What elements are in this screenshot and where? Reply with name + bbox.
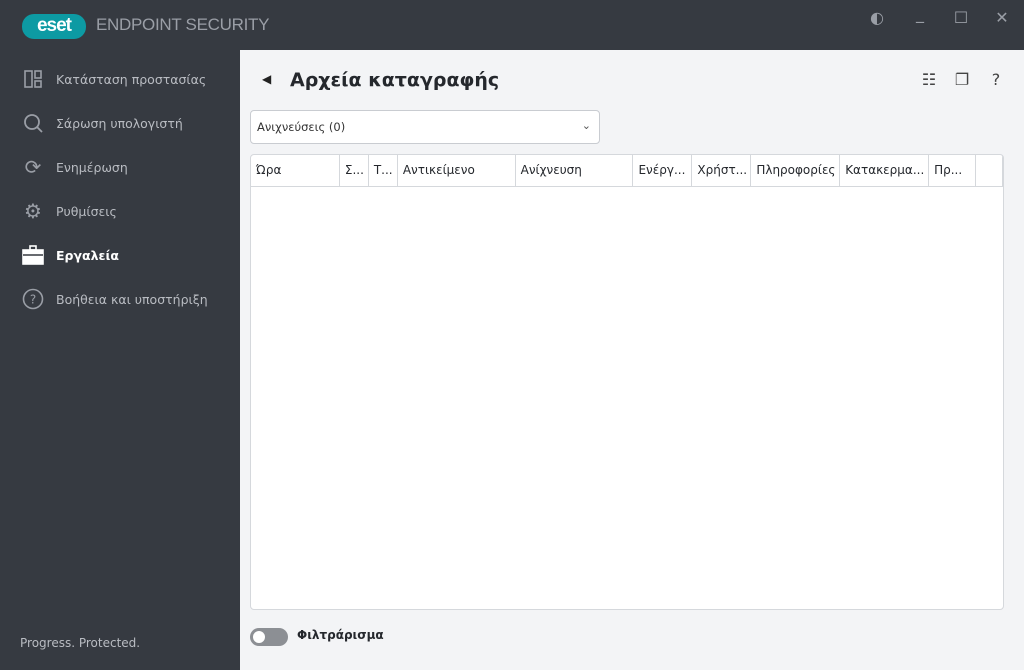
sidebar: Κατάσταση προστασίας Σάρωση υπολογιστή ⟳… [0, 50, 240, 670]
sidebar-item-label: Ρυθμίσεις [56, 203, 117, 219]
column-header[interactable]: Κατακερμα... [840, 155, 930, 186]
select-value: Ανιχνεύσεις (0) [257, 120, 346, 134]
svg-text:?: ? [30, 293, 36, 307]
copy-window-icon[interactable]: ❐ [952, 70, 972, 90]
log-type-select[interactable]: Ανιχνεύσεις (0) ⌄ [250, 110, 600, 144]
sidebar-item-update[interactable]: ⟳ Ενημέρωση [22, 152, 232, 182]
sidebar-item-label: Κατάσταση προστασίας [56, 71, 207, 87]
column-header[interactable]: Πρ... [929, 155, 976, 186]
gear-icon: ⚙ [24, 199, 42, 223]
sidebar-item-label: Βοήθεια και υποστήριξη [56, 291, 208, 307]
column-header[interactable]: Τ... [369, 155, 398, 186]
column-header[interactable]: Πληροφορίες [751, 155, 841, 186]
main-panel: ◀ Αρχεία καταγραφής ☷ ❐ ? Ανιχνεύσεις (0… [240, 50, 1024, 670]
filter-toggle[interactable] [250, 628, 288, 646]
column-header[interactable]: Σ... [340, 155, 369, 186]
back-arrow-icon[interactable]: ◀ [262, 72, 271, 86]
help-circle-icon: ? [22, 288, 44, 310]
column-header[interactable] [976, 155, 1003, 186]
title-bar: eset ENDPOINT SECURITY ◐ _ ☐ ✕ [0, 0, 1024, 50]
help-icon[interactable]: ? [986, 70, 1006, 90]
filter-label: Φιλτράρισμα [297, 628, 384, 642]
column-header[interactable]: Ενέργ... [633, 155, 693, 186]
column-header[interactable]: Ανίχνευση [516, 155, 634, 186]
column-header[interactable]: Ώρα [251, 155, 340, 186]
log-table: Ώρα Σ... Τ... Αντικείμενο Ανίχνευση Ενέρ… [250, 154, 1004, 610]
sidebar-item-protection-status[interactable]: Κατάσταση προστασίας [22, 64, 232, 94]
column-header[interactable]: Αντικείμενο [398, 155, 516, 186]
table-header: Ώρα Σ... Τ... Αντικείμενο Ανίχνευση Ενέρ… [251, 155, 1003, 187]
theme-toggle-icon[interactable]: ◐ [867, 8, 887, 28]
chevron-down-icon: ⌄ [581, 119, 591, 132]
page-title: Αρχεία καταγραφής [290, 69, 500, 91]
search-icon [22, 112, 44, 134]
minimize-icon[interactable]: _ [910, 4, 930, 24]
maximize-icon[interactable]: ☐ [951, 8, 971, 28]
toolbox-icon [22, 244, 44, 266]
sidebar-item-tools[interactable]: Εργαλεία [22, 240, 232, 270]
tagline: Progress. Protected. [20, 636, 141, 650]
sidebar-item-help[interactable]: ? Βοήθεια και υποστήριξη [22, 284, 232, 314]
product-name: ENDPOINT SECURITY [96, 15, 270, 34]
sidebar-item-label: Σάρωση υπολογιστή [56, 115, 183, 131]
sidebar-item-computer-scan[interactable]: Σάρωση υπολογιστή [22, 108, 232, 138]
refresh-icon: ⟳ [24, 155, 42, 179]
close-icon[interactable]: ✕ [992, 8, 1012, 28]
sidebar-item-label: Ενημέρωση [56, 159, 128, 175]
eset-logo: eset [22, 14, 86, 39]
sidebar-item-settings[interactable]: ⚙ Ρυθμίσεις [22, 196, 232, 226]
sidebar-item-label: Εργαλεία [56, 247, 119, 263]
column-header[interactable]: Χρήστ... [692, 155, 752, 186]
list-view-icon[interactable]: ☷ [919, 70, 939, 90]
dashboard-icon [22, 68, 44, 90]
